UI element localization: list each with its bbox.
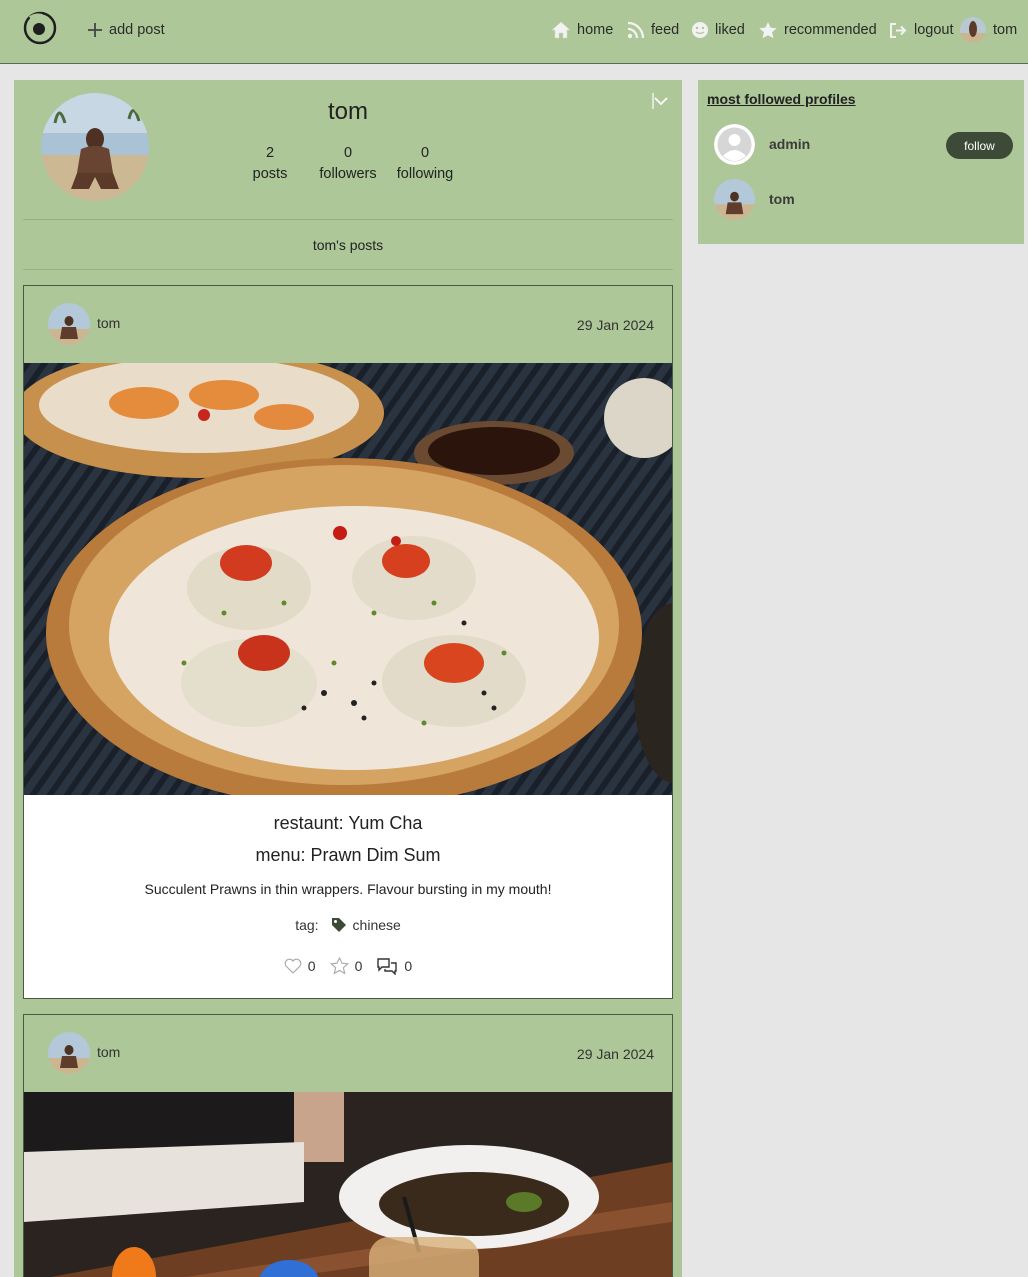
post-header: tom 29 Jan 2024: [24, 286, 672, 363]
post-header: tom 29 Jan 2024: [24, 1015, 672, 1092]
post-image[interactable]: [24, 363, 672, 795]
profile-panel: tom 2 posts 0 followers 0 following tom'…: [14, 80, 682, 1277]
tag-name: chinese: [352, 917, 401, 933]
add-post-button[interactable]: add post: [87, 0, 165, 60]
divider: [23, 219, 673, 220]
post-author-avatar[interactable]: [48, 303, 90, 345]
post-description: Succulent Prawns in thin wrappers. Flavo…: [144, 881, 552, 897]
default-avatar-icon[interactable]: [714, 124, 755, 165]
sidebar-profile-avatar[interactable]: [714, 179, 755, 220]
star-outline-icon: [329, 957, 349, 975]
post-author-name[interactable]: tom: [97, 315, 120, 331]
profile-name: tom: [327, 98, 368, 125]
post-card: tom 29 Jan 2024: [23, 285, 673, 999]
nav-recommended-label: recommended: [784, 22, 877, 38]
top-navbar: add post home feed liked recommended log…: [0, 0, 1028, 64]
stat-following-label: following: [396, 166, 454, 182]
nav-profile[interactable]: tom: [960, 0, 1017, 60]
post-author-name[interactable]: tom: [97, 1044, 120, 1060]
nav-logout-label: logout: [914, 22, 954, 38]
follow-button[interactable]: follow: [946, 132, 1013, 159]
nav-home-label: home: [577, 22, 614, 38]
stat-posts: 2 posts: [225, 143, 315, 185]
most-followed-sidebar: most followed profiles admin follow tom: [698, 80, 1024, 244]
post-author-avatar[interactable]: [48, 1032, 90, 1074]
post-date: 29 Jan 2024: [576, 1046, 654, 1062]
nav-home[interactable]: home: [551, 0, 613, 60]
user-avatar: [960, 17, 986, 43]
nav-logout[interactable]: logout: [889, 0, 954, 60]
post-menu: menu: Prawn Dim Sum: [255, 845, 441, 865]
post-restaurant: restaunt: Yum Cha: [273, 813, 423, 833]
chevron-down-icon[interactable]: [652, 92, 670, 110]
star-icon: [759, 21, 777, 38]
stat-posts-value: 2: [265, 145, 275, 161]
divider: [23, 269, 673, 270]
comments-icon: [377, 958, 398, 975]
comment-count: 0: [404, 958, 413, 974]
nav-liked-label: liked: [715, 22, 745, 38]
nav-feed-label: feed: [651, 22, 680, 38]
add-post-label: add post: [109, 22, 165, 38]
post-tags: tag: chinese: [24, 917, 672, 933]
sidebar-profile-name[interactable]: tom: [769, 191, 795, 207]
stat-posts-label: posts: [252, 166, 288, 182]
smile-icon: [692, 22, 708, 38]
plus-icon: [88, 23, 102, 37]
like-count: 0: [307, 958, 316, 974]
post-actions: 0 0 0: [24, 957, 672, 975]
like-button[interactable]: 0: [284, 958, 316, 974]
tag-label: tag:: [295, 917, 319, 933]
tag-icon: [331, 918, 346, 932]
post-date: 29 Jan 2024: [576, 317, 654, 333]
post-image[interactable]: [24, 1092, 672, 1277]
stat-following[interactable]: 0 following: [380, 143, 470, 185]
sidebar-profile-row: admin follow: [698, 124, 1024, 166]
nav-feed[interactable]: feed: [627, 0, 679, 60]
logout-icon: [890, 22, 907, 38]
posts-heading: tom's posts: [312, 237, 384, 253]
comment-button[interactable]: 0: [376, 957, 412, 975]
sidebar-title[interactable]: most followed profiles: [707, 91, 856, 107]
nav-username: tom: [993, 22, 1018, 38]
heart-icon: [284, 958, 302, 974]
star-button[interactable]: 0: [329, 957, 363, 975]
home-icon: [551, 21, 571, 39]
tag-chip[interactable]: chinese: [331, 917, 401, 933]
feed-icon: [627, 21, 645, 39]
sidebar-profile-name[interactable]: admin: [769, 136, 810, 152]
sidebar-profile-row: tom: [698, 179, 1024, 221]
nav-liked[interactable]: liked: [691, 0, 745, 60]
star-count: 0: [354, 958, 363, 974]
app-logo-icon[interactable]: [22, 10, 58, 46]
stat-following-value: 0: [420, 145, 430, 161]
post-card: tom 29 Jan 2024: [23, 1014, 673, 1277]
nav-recommended[interactable]: recommended: [758, 0, 877, 60]
